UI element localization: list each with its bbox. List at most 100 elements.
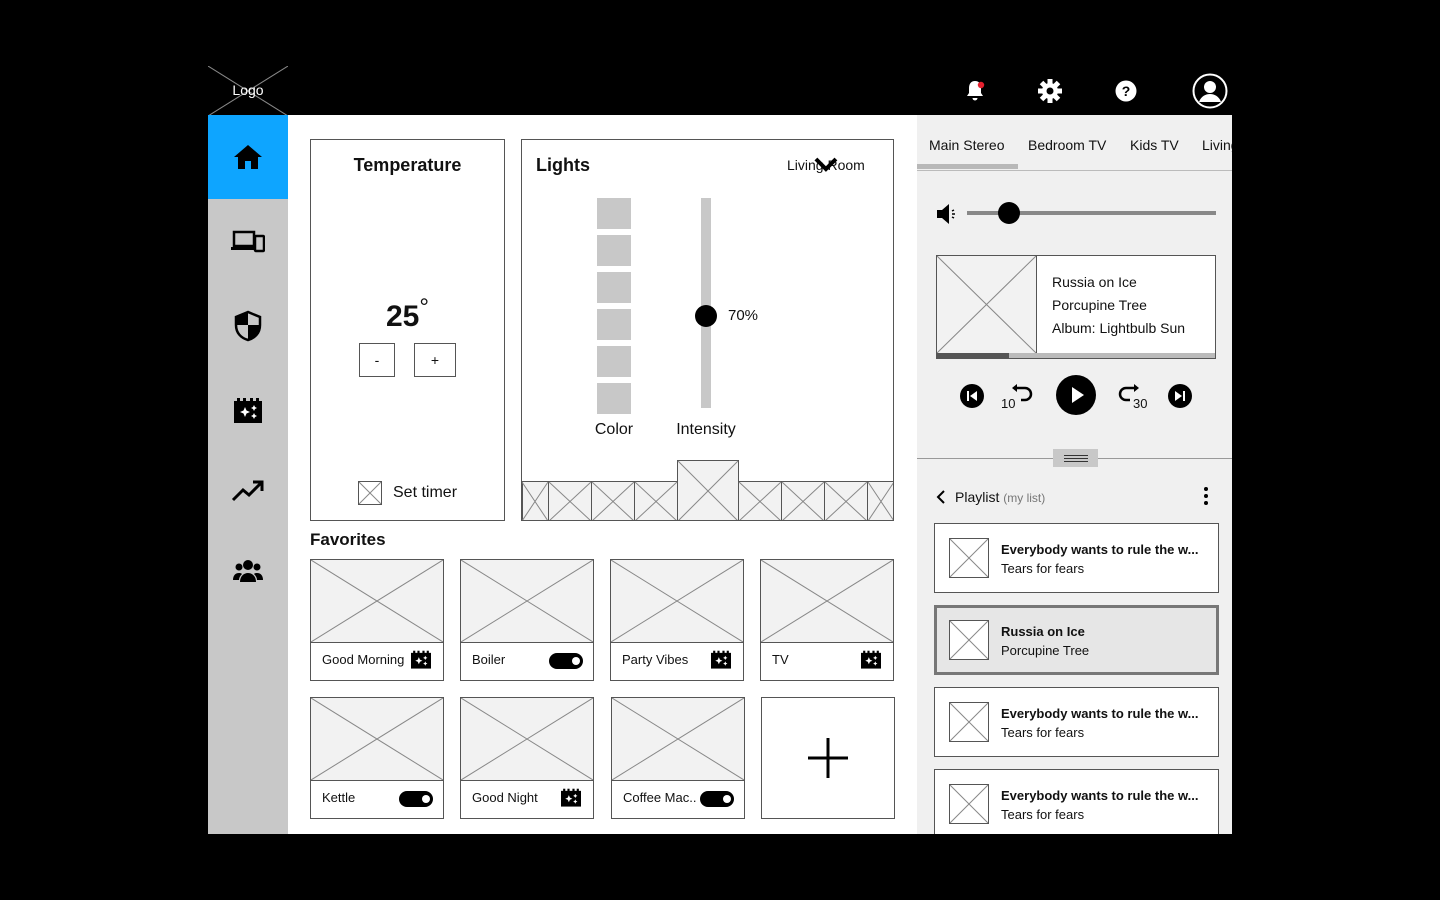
playlist-subtitle: (my list) [1003,491,1046,505]
favorite-card[interactable]: Coffee Mac.. [611,697,745,819]
color-label: Color [594,421,634,438]
favorite-toggle[interactable] [399,791,433,807]
next-icon[interactable] [1167,383,1193,409]
favorite-image [461,560,593,643]
lights-panel: Lights Living Room Color 70% Intensity [521,139,894,521]
speaker-icon[interactable] [936,203,960,225]
help-icon[interactable]: ? [1109,74,1143,108]
tab-kids-tv[interactable]: Kids TV [1130,137,1179,153]
volume-slider-thumb[interactable] [998,202,1020,224]
playlist-thumbnail [949,702,989,742]
favorite-image [611,560,743,643]
temperature-title: Temperature [353,155,462,175]
favorite-image [461,698,593,781]
timer-checkbox[interactable] [358,481,382,505]
play-icon [1072,387,1084,403]
favorite-card[interactable]: Boiler [460,559,594,681]
intensity-value: 70% [728,307,759,324]
favorite-scene-button[interactable] [559,788,583,813]
favorite-card[interactable]: TV [760,559,894,681]
chevron-left-icon[interactable] [936,490,946,504]
more-vertical-icon[interactable] [1202,486,1210,506]
favorite-scene-button[interactable] [409,650,433,675]
playlist-thumbnail [949,784,989,824]
intensity-label: Intensity [676,421,736,438]
favorite-image [612,698,744,781]
sidebar-item-statistics[interactable] [208,449,288,533]
playlist-item-title: Everybody wants to rule the w... [1001,542,1199,557]
intensity-slider[interactable] [695,198,717,408]
intensity-slider-thumb[interactable] [695,305,717,327]
rewind-button[interactable]: 10 [1001,383,1037,415]
playlist-item-title: Everybody wants to rule the w... [1001,706,1199,721]
favorite-label: Good Morning [322,652,405,667]
devices-icon [231,230,265,253]
main-content: Temperature 25° - + Set timer Lights Liv… [288,115,917,834]
favorite-label: Kettle [322,790,356,805]
sidebar-item-security[interactable] [208,284,288,368]
tab-bedroom-tv[interactable]: Bedroom TV [1028,137,1106,153]
sidebar-item-scenes[interactable] [208,369,288,453]
temperature-decrease-button[interactable]: - [359,343,395,377]
add-favorite-button[interactable] [761,697,895,819]
favorite-scene-button[interactable] [709,650,733,675]
now-playing-album: Album: Lightbulb Sun [1052,320,1186,336]
color-swatch[interactable] [597,383,631,414]
logo: Logo [208,66,288,116]
temperature-unit: ° [419,294,429,321]
sidebar-item-people[interactable] [208,529,288,613]
sidebar-item-home[interactable] [208,115,288,199]
notification-dot [977,81,985,89]
color-swatch[interactable] [597,235,631,266]
favorite-label: TV [772,652,789,667]
favorite-card[interactable]: Party Vibes [610,559,744,681]
favorites-title: Favorites [310,530,386,549]
previous-icon[interactable] [959,383,985,409]
play-button[interactable] [1056,375,1096,415]
people-icon [233,560,263,582]
media-panel: Main Stereo Bedroom TV Kids TV Living Ru… [917,115,1232,834]
volume-slider[interactable] [967,202,1216,224]
color-swatch[interactable] [597,272,631,303]
playlist-item-artist: Tears for fears [1001,725,1085,740]
temperature-increase-button[interactable]: + [414,343,456,377]
tab-living[interactable]: Living [1202,137,1232,153]
gear-icon[interactable] [1033,74,1067,108]
favorite-toggle[interactable] [549,653,583,669]
color-swatch[interactable] [597,346,631,377]
playlist-item[interactable]: Russia on Ice Porcupine Tree [934,605,1219,675]
room-thumbnails[interactable] [522,460,893,520]
now-playing-artist: Porcupine Tree [1052,297,1147,313]
sidebar-item-devices[interactable] [208,199,288,283]
resize-handle[interactable] [1053,449,1098,467]
active-tab-indicator [917,164,1018,169]
favorite-label: Good Night [472,790,538,805]
favorite-card[interactable]: Good Morning [310,559,444,681]
favorite-toggle[interactable] [700,791,734,807]
playlist-item[interactable]: Everybody wants to rule the w... Tears f… [934,769,1219,834]
timer-label: Set timer [393,484,458,501]
favorite-card[interactable]: Good Night [460,697,594,819]
device-tabs: Main Stereo Bedroom TV Kids TV Living [917,115,1232,171]
bell-icon[interactable] [958,74,992,108]
playlist-item[interactable]: Everybody wants to rule the w... Tears f… [934,687,1219,757]
chevron-down-icon [814,157,838,172]
color-swatch[interactable] [597,309,631,340]
room-dropdown[interactable]: Living Room [787,157,865,173]
playlist-thumbnail [949,620,989,660]
favorite-label: Boiler [472,652,506,667]
temperature-value: 25 [386,300,420,333]
lights-title: Lights [536,155,590,175]
favorite-scene-button[interactable] [859,650,883,675]
playback-progress[interactable] [937,353,1215,358]
forward-seconds: 30 [1133,396,1148,411]
favorite-card[interactable]: Kettle [310,697,444,819]
home-icon [234,145,262,169]
forward-button[interactable]: 30 [1118,383,1154,415]
tab-main-stereo[interactable]: Main Stereo [929,137,1004,153]
playlist-item[interactable]: Everybody wants to rule the w... Tears f… [934,523,1219,593]
color-picker[interactable] [597,198,631,414]
user-icon[interactable] [1192,73,1228,109]
color-swatch[interactable] [597,198,631,229]
plus-icon [808,738,848,778]
